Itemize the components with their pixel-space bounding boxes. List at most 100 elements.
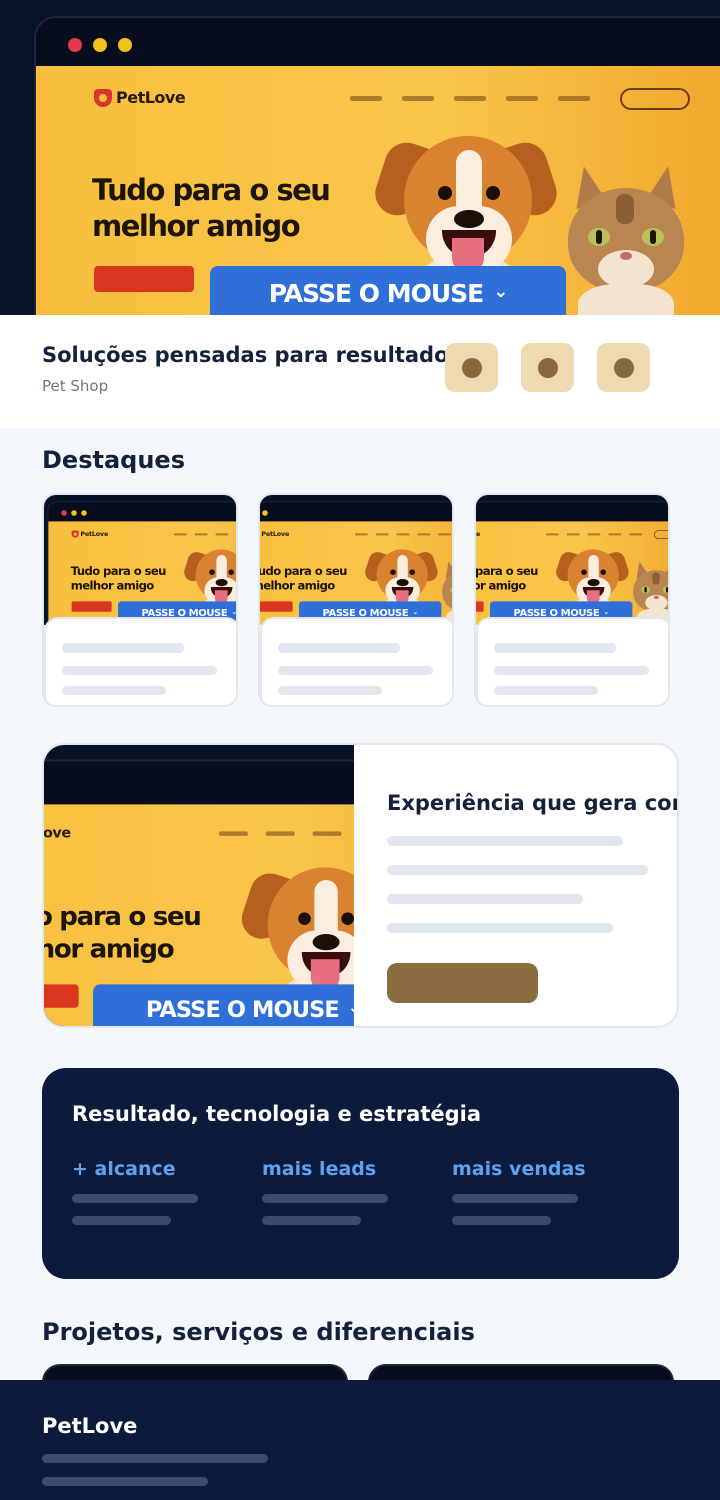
card-body [476, 617, 668, 705]
nav-link [265, 831, 295, 836]
stat-label: + alcance [72, 1158, 176, 1180]
nav-link [506, 96, 538, 101]
results-title: Resultado, tecnologia e estratégia [72, 1102, 482, 1126]
footer-text-placeholder [42, 1477, 208, 1486]
highlights-heading: Destaques [42, 446, 185, 474]
site-preview: PetLove [48, 521, 238, 625]
browser-close-dot [61, 510, 67, 516]
nav-link [375, 533, 389, 536]
card-title-placeholder [494, 643, 616, 653]
intro-title: Soluções pensadas para resultados [42, 343, 452, 367]
paw-icon [537, 357, 558, 378]
cat-illustration [632, 560, 668, 625]
feature-text-placeholder [387, 894, 583, 904]
hero-mockup[interactable]: PetLove Tudo para o seu melhor amigo PAS… [0, 0, 720, 315]
highlight-card[interactable]: PetLove [258, 493, 454, 707]
highlight-card[interactable]: PetLove [42, 493, 238, 707]
nav-link [546, 533, 559, 536]
nav-link [219, 831, 248, 836]
highlight-card[interactable]: PetLove [474, 493, 670, 707]
card-text-placeholder [494, 666, 649, 675]
site-preview: PetLove [36, 66, 720, 315]
stat-bar [72, 1216, 171, 1225]
chevron-down-icon: ⌄ [231, 607, 237, 616]
projects-heading: Projetos, serviços e diferenciais [42, 1318, 475, 1346]
chevron-down-icon: ⌄ [493, 280, 508, 302]
nav-cta [620, 88, 690, 110]
stat-bar [262, 1194, 388, 1203]
nav-link [587, 533, 601, 536]
stat-label: mais leads [262, 1158, 377, 1180]
browser-minimize-dot [93, 38, 107, 52]
card-image: PetLove [476, 495, 668, 625]
hero-title: Tudo para o seu melhor amigo [92, 173, 331, 243]
stat-bar [452, 1194, 578, 1203]
nav-link [355, 533, 368, 536]
browser-close-dot [68, 38, 82, 52]
card-title-placeholder [278, 643, 400, 653]
card-body [44, 617, 236, 705]
card-text-placeholder [494, 686, 598, 695]
feature-text-placeholder [387, 836, 623, 846]
nav-link [558, 96, 590, 101]
card-title-placeholder [62, 643, 184, 653]
card-text-placeholder [62, 686, 166, 695]
feature-text-placeholder [387, 923, 613, 933]
hero-title: Tudo para o seu melhor amigo [70, 564, 167, 593]
hero-cta-button [44, 984, 79, 1008]
hero-title: Tudo para o seu melhor amigo [476, 564, 538, 593]
feature-image: PetLove [44, 745, 354, 1026]
feature-chip[interactable] [521, 343, 574, 392]
feature-title: Experiência que gera confiança [387, 791, 677, 815]
paw-icon [461, 357, 482, 378]
nav-link [402, 96, 434, 101]
house-icon [71, 530, 79, 538]
intro-section: Soluções pensadas para resultados Pet Sh… [0, 315, 720, 428]
nav-link [350, 96, 382, 101]
hero-cta-button [260, 601, 293, 612]
hero-cta-button [476, 601, 484, 612]
footer-text-placeholder [42, 1454, 268, 1463]
stat-bar [262, 1216, 361, 1225]
browser-minimize-dot [71, 510, 77, 516]
nav-cta [654, 530, 668, 539]
nav-link [174, 533, 187, 536]
hero-cta-button [71, 601, 112, 612]
hover-button[interactable]: PASSE O MOUSE ⌄ [210, 266, 566, 315]
stat-bar [452, 1216, 551, 1225]
hero-title: Tudo para o seu melhor amigo [260, 564, 347, 593]
stat-label: mais vendas [452, 1158, 586, 1180]
nav-link [312, 831, 342, 836]
card-text-placeholder [278, 666, 433, 675]
cat-illustration [441, 560, 452, 625]
petlove-logo: PetLove [94, 88, 186, 107]
stat-item: mais vendas [452, 1158, 586, 1180]
nav-link [236, 533, 238, 535]
hover-button[interactable]: PASSE O MOUSE ⌄ [93, 984, 354, 1026]
stat-item: + alcance [72, 1158, 176, 1180]
petlove-logo: PetLove [476, 530, 480, 538]
feature-chip[interactable] [445, 343, 498, 392]
results-section: Resultado, tecnologia e estratégia + alc… [42, 1068, 679, 1279]
site-preview: PetLove [260, 521, 452, 625]
card-body [260, 617, 452, 705]
cat-illustration [564, 163, 694, 315]
footer-brand: PetLove [42, 1414, 138, 1438]
site-preview: PetLove [44, 804, 354, 1026]
nav-link [417, 533, 431, 536]
chevron-down-icon: ⌄ [603, 607, 609, 616]
intro-subtitle: Pet Shop [42, 377, 109, 395]
chevron-down-icon: ⌄ [412, 607, 418, 616]
feature-text-placeholder [387, 865, 648, 875]
hero-cta-button [94, 266, 194, 292]
petlove-logo: PetLove [44, 824, 71, 841]
feature-card: PetLove [42, 743, 679, 1028]
nav-link [396, 533, 410, 536]
petlove-logo: PetLove [260, 530, 289, 538]
house-icon [94, 88, 112, 107]
card-text-placeholder [62, 666, 217, 675]
footer: PetLove [0, 1380, 720, 1500]
card-image: PetLove [260, 495, 452, 625]
feature-chip[interactable] [597, 343, 650, 392]
feature-cta-button[interactable] [387, 963, 538, 1003]
